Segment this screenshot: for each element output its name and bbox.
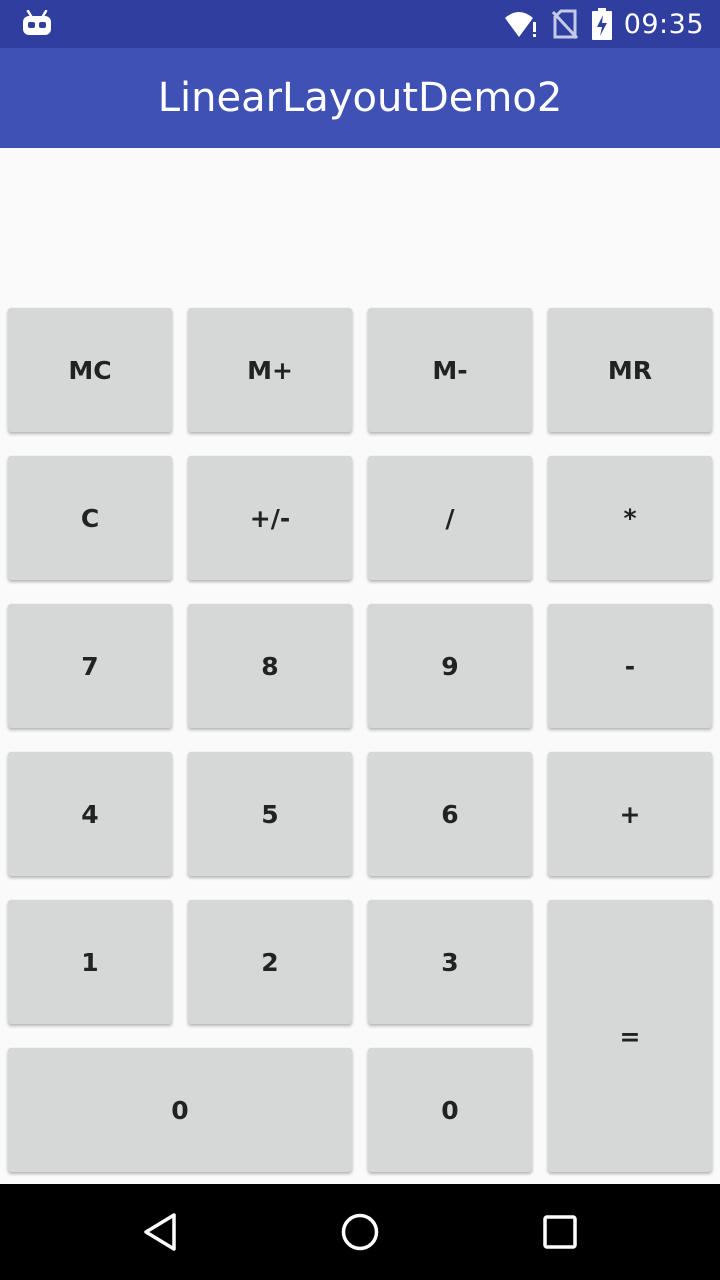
digit-0-button[interactable]: 0 <box>368 1048 532 1172</box>
digit-3-button[interactable]: 3 <box>368 900 532 1024</box>
home-icon[interactable] <box>340 1212 380 1252</box>
mr-button[interactable]: MR <box>548 308 712 432</box>
digit-7-button[interactable]: 7 <box>8 604 172 728</box>
status-bar: 09:35 <box>0 0 720 48</box>
m-minus-button[interactable]: M- <box>368 308 532 432</box>
digit-1-button[interactable]: 1 <box>8 900 172 1024</box>
app-bar: LinearLayoutDemo2 <box>0 48 720 148</box>
digit-2-button[interactable]: 2 <box>188 900 352 1024</box>
battery-charging-icon <box>591 8 612 40</box>
mc-button[interactable]: MC <box>8 308 172 432</box>
navigation-bar <box>0 1184 720 1280</box>
subtract-button[interactable]: - <box>548 604 712 728</box>
display-area <box>0 148 720 300</box>
m-plus-button[interactable]: M+ <box>188 308 352 432</box>
add-button[interactable]: + <box>548 752 712 876</box>
equals-button[interactable]: = <box>548 900 712 1172</box>
divide-button[interactable]: / <box>368 456 532 580</box>
clear-button[interactable]: C <box>8 456 172 580</box>
digit-4-button[interactable]: 4 <box>8 752 172 876</box>
app-title: LinearLayoutDemo2 <box>157 75 563 121</box>
keypad: MC M+ M- MR C +/- / * 7 8 9 - 4 5 6 + 1 … <box>0 300 720 1184</box>
android-debug-icon <box>22 9 52 40</box>
no-sim-icon <box>551 9 578 39</box>
digit-0-wide-button[interactable]: 0 <box>8 1048 352 1172</box>
digit-8-button[interactable]: 8 <box>188 604 352 728</box>
wifi-alert-icon <box>504 9 538 39</box>
sign-toggle-button[interactable]: +/- <box>188 456 352 580</box>
clock: 09:35 <box>623 8 704 40</box>
multiply-button[interactable]: * <box>548 456 712 580</box>
digit-9-button[interactable]: 9 <box>368 604 532 728</box>
digit-5-button[interactable]: 5 <box>188 752 352 876</box>
digit-6-button[interactable]: 6 <box>368 752 532 876</box>
recents-icon[interactable] <box>540 1212 580 1252</box>
back-icon[interactable] <box>140 1212 180 1252</box>
